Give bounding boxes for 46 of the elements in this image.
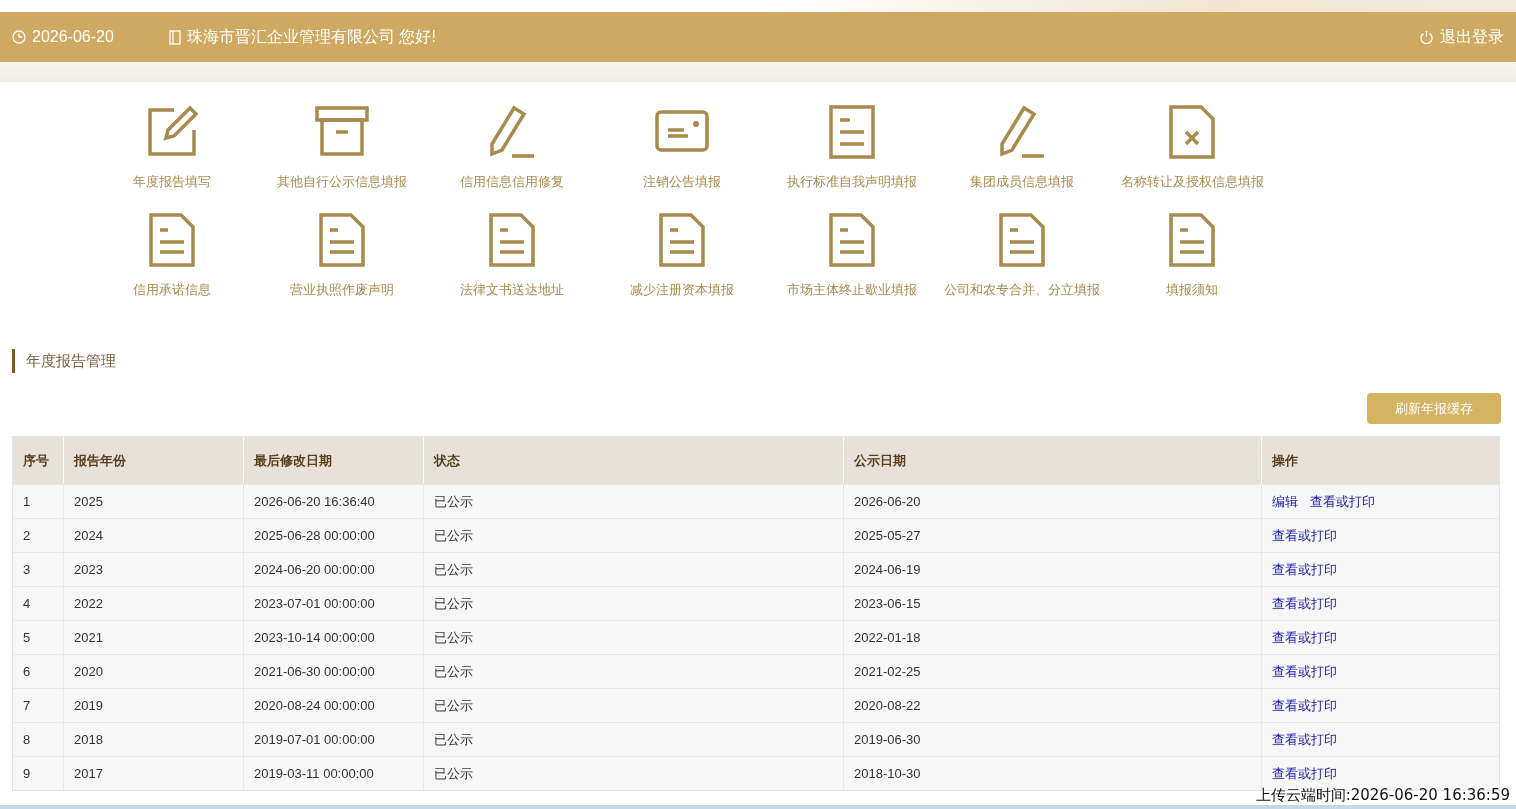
column-header: 序号 bbox=[22, 451, 50, 470]
menu-tile[interactable]: 信用信息信用修复 bbox=[427, 104, 597, 192]
refresh-button[interactable]: 刷新年报缓存 bbox=[1367, 393, 1501, 424]
action-link[interactable]: 查看或打印 bbox=[1272, 729, 1337, 750]
menu-tile[interactable]: 法律文书送达地址 bbox=[427, 211, 597, 299]
table-cell-text: 6 bbox=[22, 662, 32, 681]
table-cell: 2018-10-30 bbox=[843, 757, 1261, 790]
action-link[interactable]: 查看或打印 bbox=[1272, 593, 1337, 614]
menu-tile[interactable]: 年度报告填写 bbox=[87, 104, 257, 192]
menu-tile[interactable]: 信用承诺信息 bbox=[87, 211, 257, 299]
table-cell-text: 8 bbox=[22, 730, 32, 749]
menu-tile[interactable]: 集团成员信息填报 bbox=[937, 104, 1107, 192]
action-link[interactable]: 查看或打印 bbox=[1272, 525, 1337, 546]
logout-button[interactable]: 退出登录 bbox=[1419, 25, 1504, 49]
menu-tile[interactable]: 营业执照作废声明 bbox=[257, 211, 427, 299]
menu-tile[interactable]: 市场主体终止歇业填报 bbox=[767, 211, 937, 299]
table-cell: 已公示 bbox=[423, 757, 843, 790]
section-title: 年度报告管理 bbox=[12, 349, 116, 373]
action-link[interactable]: 查看或打印 bbox=[1272, 559, 1337, 580]
door-icon bbox=[169, 29, 181, 45]
action-link[interactable]: 编辑 bbox=[1272, 491, 1298, 512]
table-cell-text: 4 bbox=[22, 594, 32, 613]
clock-icon bbox=[12, 30, 26, 44]
action-link[interactable]: 查看或打印 bbox=[1310, 491, 1375, 512]
table-cell: 2019-03-11 00:00:00 bbox=[243, 757, 423, 790]
table-cell-text: 2 bbox=[22, 526, 32, 545]
menu-tile[interactable]: 填报须知 bbox=[1107, 211, 1277, 299]
date-text: 2026-06-20 bbox=[32, 27, 114, 47]
action-link[interactable]: 查看或打印 bbox=[1272, 695, 1337, 716]
menu-tile[interactable]: 名称转让及授权信息填报 bbox=[1107, 104, 1277, 192]
table-cell-text: 3 bbox=[22, 560, 32, 579]
table-cell-text: 7 bbox=[22, 696, 32, 715]
table-cell-text: 9 bbox=[22, 764, 32, 783]
menu-tile[interactable]: 注销公告填报 bbox=[597, 104, 767, 192]
menu-tile[interactable]: 公司和农专合并、分立填报 bbox=[937, 211, 1107, 299]
table-cell: 2017 bbox=[63, 757, 243, 790]
power-icon bbox=[1419, 29, 1434, 45]
action-link[interactable]: 查看或打印 bbox=[1272, 661, 1337, 682]
table-cell-text: 1 bbox=[22, 492, 32, 511]
menu-tile[interactable]: 减少注册资本填报 bbox=[597, 211, 767, 299]
table-cell-text: 5 bbox=[22, 628, 32, 647]
greeting-text: 珠海市晋汇企业管理有限公司 您好! bbox=[187, 27, 436, 47]
action-link[interactable]: 查看或打印 bbox=[1272, 763, 1337, 784]
menu-tile[interactable]: 执行标准自我声明填报 bbox=[767, 104, 937, 192]
menu-tile[interactable]: 其他自行公示信息填报 bbox=[257, 104, 427, 192]
action-link[interactable]: 查看或打印 bbox=[1272, 627, 1337, 648]
